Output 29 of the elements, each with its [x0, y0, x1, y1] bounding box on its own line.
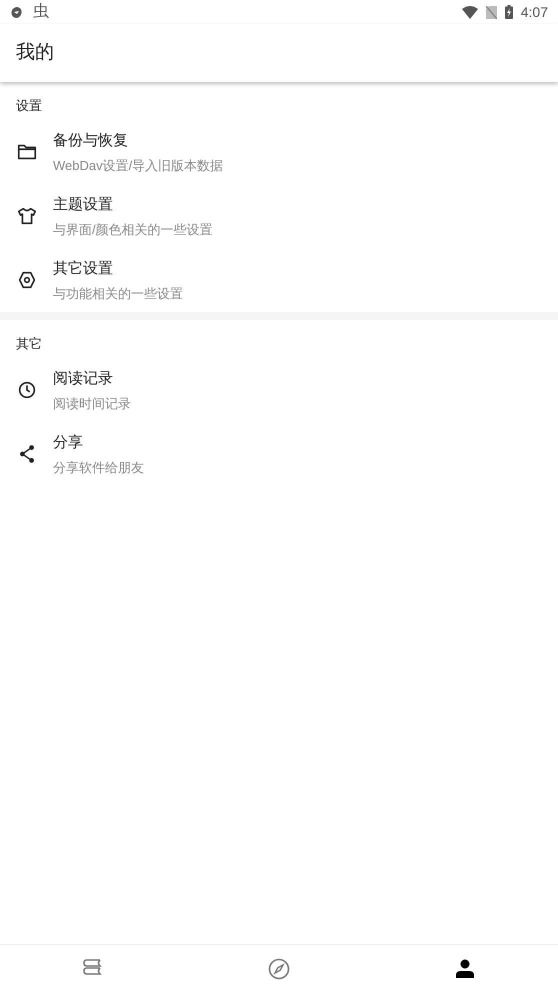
- compass-icon[interactable]: [267, 956, 291, 980]
- settings-list-item[interactable]: 分享 分享软件给朋友: [0, 422, 558, 486]
- app-notification-icon: [10, 5, 23, 19]
- page-title: 我的: [16, 40, 54, 65]
- settings-list-item[interactable]: 主题设置 与界面/颜色相关的一些设置: [0, 184, 558, 248]
- item-title: 分享: [53, 432, 84, 452]
- clock-icon: [16, 379, 38, 401]
- item-title: 其它设置: [53, 258, 114, 278]
- item-subtitle: 与功能相关的一些设置: [53, 284, 183, 302]
- item-title: 备份与恢复: [53, 130, 129, 150]
- item-title: 主题设置: [53, 194, 114, 214]
- item-subtitle: WebDav设置/导入旧版本数据: [53, 156, 224, 174]
- item-subtitle: 分享软件给朋友: [53, 458, 144, 476]
- item-title: 阅读记录: [53, 368, 114, 388]
- item-subtitle: 阅读时间记录: [53, 394, 131, 412]
- notification-glyph: 虫: [33, 4, 49, 20]
- settings-list-item[interactable]: 阅读记录 阅读时间记录: [0, 358, 558, 422]
- wifi-icon: [462, 6, 478, 18]
- section-header: 其它: [15, 335, 43, 353]
- shirt-icon: [16, 205, 38, 227]
- battery-icon: [504, 5, 513, 19]
- settings-list-item[interactable]: 其它设置 与功能相关的一些设置: [0, 248, 558, 312]
- item-subtitle: 与界面/颜色相关的一些设置: [53, 220, 213, 238]
- person-icon[interactable]: [453, 956, 477, 980]
- hexagon-icon: [16, 269, 38, 291]
- settings-list-item[interactable]: 备份与恢复 WebDav设置/导入旧版本数据: [0, 120, 558, 184]
- status-time: 4:07: [520, 2, 548, 22]
- no-sim-icon: [486, 6, 497, 18]
- section-header: 设置: [15, 97, 43, 115]
